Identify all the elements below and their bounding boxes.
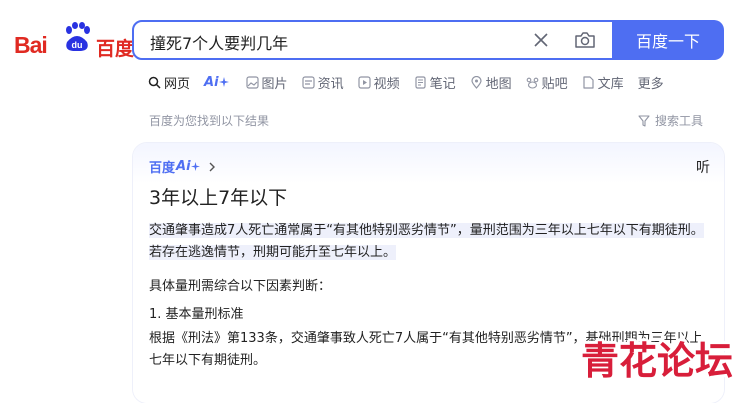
- tab-label: 贴吧: [541, 76, 568, 92]
- ai-sparkle-icon: [190, 162, 200, 171]
- tab-label: 文库: [597, 76, 624, 92]
- watermark-text: 青花论坛: [581, 339, 733, 383]
- watermark-logo: 青花论坛 青花论坛: [578, 336, 736, 384]
- result-count: 百度为您找到以下结果: [149, 114, 270, 128]
- tab-label: Ai: [204, 74, 219, 90]
- search-icon: [148, 76, 161, 89]
- note-icon: [414, 75, 426, 89]
- listen-button[interactable]: 听: [696, 157, 710, 177]
- video-icon: [357, 75, 371, 89]
- tools-label: 搜索工具: [655, 114, 704, 128]
- tab-video[interactable]: 视频: [357, 73, 400, 92]
- answer-paragraph: 具体量刑需综合以下因素判断：: [149, 279, 332, 294]
- filter-icon: [638, 114, 650, 127]
- tab-wenku[interactable]: 文库: [582, 73, 624, 92]
- tab-notes[interactable]: 笔记: [414, 73, 456, 92]
- tab-web[interactable]: 网页: [148, 73, 190, 92]
- ai-brand: 百度: [149, 161, 176, 176]
- search-button[interactable]: 百度一下: [612, 20, 724, 60]
- tab-label: 网页: [164, 76, 191, 92]
- tab-label: 更多: [637, 76, 664, 92]
- ai-answer-title: 3年以上7年以下: [149, 187, 288, 209]
- logo-bai-text: Bai: [14, 32, 48, 58]
- logo-baidu-chinese: 百度: [96, 38, 135, 60]
- tab-label: 笔记: [429, 76, 456, 92]
- tab-tieba[interactable]: 贴吧: [526, 73, 568, 92]
- tieba-icon: [526, 77, 538, 89]
- tab-label: 图片: [261, 76, 288, 92]
- clear-icon[interactable]: [532, 31, 550, 49]
- tab-label: 资讯: [317, 76, 344, 92]
- ai-card-header[interactable]: 百度 Ai: [149, 157, 218, 176]
- tab-label: 视频: [373, 76, 400, 92]
- answer-paragraph-text: 交通肇事造成7人死亡通常属于“有其他特别恶劣情节”，量刑范围为三年以上七年以下有…: [149, 223, 704, 260]
- image-icon: [245, 75, 259, 89]
- search-tools-button[interactable]: 搜索工具: [638, 112, 703, 129]
- news-icon: [301, 75, 315, 89]
- answer-paragraph: 交通肇事造成7人死亡通常属于“有其他特别恶劣情节”，量刑范围为三年以上七年以下有…: [149, 220, 709, 264]
- tab-ai[interactable]: Ai: [204, 75, 232, 90]
- camera-icon[interactable]: [574, 30, 596, 50]
- tab-map[interactable]: 地图: [470, 73, 512, 92]
- doc-icon: [583, 75, 594, 89]
- tab-more[interactable]: 更多: [638, 73, 664, 92]
- ai-label: Ai: [176, 159, 191, 174]
- paw-logo-icon: du: [66, 22, 90, 51]
- chevron-right-icon: [209, 162, 215, 171]
- tab-news[interactable]: 资讯: [301, 73, 344, 92]
- ai-sparkle-icon: [218, 77, 229, 87]
- logo-du-text: du: [72, 40, 83, 50]
- map-pin-icon: [471, 75, 482, 89]
- answer-subheading: 1. 基本量刑标准: [149, 307, 244, 322]
- search-input[interactable]: [148, 28, 522, 56]
- tab-images[interactable]: 图片: [245, 73, 288, 92]
- search-tabs: 网页 Ai 图片 资讯 视频 笔记 地图 贴吧 文库 更多: [148, 72, 678, 92]
- tab-label: 地图: [485, 76, 512, 92]
